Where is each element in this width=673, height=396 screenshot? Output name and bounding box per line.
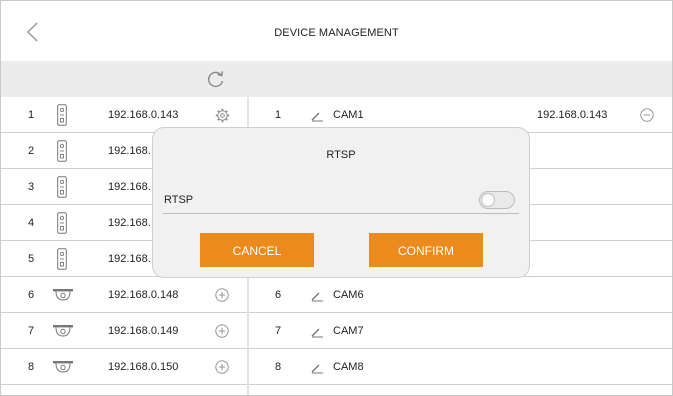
row-index: 6 — [275, 289, 282, 301]
toggle-knob — [481, 193, 495, 207]
row-index: 5 — [28, 253, 35, 265]
rename-button[interactable] — [310, 109, 324, 127]
rtsp-toggle[interactable] — [479, 191, 515, 209]
camera-name: CAM8 — [333, 361, 364, 373]
device-type — [52, 288, 74, 306]
add-circle-icon — [215, 360, 229, 374]
rename-button[interactable] — [310, 325, 324, 343]
add-button[interactable] — [215, 360, 229, 379]
row-index: 6 — [28, 289, 35, 301]
remove-circle-icon — [640, 108, 654, 122]
cancel-button[interactable]: CANCEL — [200, 233, 314, 267]
toolbar — [1, 61, 672, 97]
camera-name: CAM6 — [333, 289, 364, 301]
device-type — [57, 212, 67, 239]
device-ip: 192.168. — [108, 145, 151, 157]
camera-name: CAM1 — [333, 109, 364, 121]
device-ip: 192.168. — [108, 253, 151, 265]
door-station-icon — [57, 176, 67, 198]
add-circle-icon — [215, 288, 229, 302]
settings-button[interactable] — [215, 108, 230, 128]
device-type — [57, 176, 67, 203]
refresh-icon — [208, 71, 224, 88]
dome-camera-icon — [53, 325, 73, 337]
device-type — [52, 360, 74, 378]
device-type — [57, 104, 67, 131]
pencil-icon — [311, 328, 323, 338]
door-station-icon — [57, 140, 67, 162]
row-index: 3 — [28, 181, 35, 193]
device-ip: 192.168.0.150 — [108, 361, 179, 373]
pencil-icon — [311, 292, 323, 302]
pencil-icon — [311, 112, 323, 122]
door-station-icon — [57, 212, 67, 234]
door-station-icon — [57, 248, 67, 270]
add-circle-icon — [215, 324, 229, 338]
row-index: 8 — [275, 361, 282, 373]
add-button[interactable] — [215, 288, 229, 307]
row-index: 4 — [28, 217, 35, 229]
row-index: 8 — [28, 361, 35, 373]
gear-icon — [215, 108, 230, 123]
device-row[interactable]: 7 192.168.0.149 — [1, 313, 247, 349]
device-ip: 192.168. — [108, 181, 151, 193]
camera-row[interactable]: 8 CAM8 — [249, 349, 672, 385]
header-bar: DEVICE MANAGEMENT — [1, 1, 672, 61]
camera-name: CAM7 — [333, 325, 364, 337]
dialog-divider — [163, 213, 519, 214]
add-button[interactable] — [215, 324, 229, 343]
device-ip: 192.168.0.143 — [108, 109, 179, 121]
camera-row[interactable]: 7 CAM7 — [249, 313, 672, 349]
dome-camera-icon — [53, 289, 73, 301]
dialog-title: RTSP — [326, 149, 356, 161]
device-ip: 192.168.0.149 — [108, 325, 179, 337]
rename-button[interactable] — [310, 361, 324, 379]
remove-button[interactable] — [640, 108, 654, 127]
camera-ip: 192.168.0.143 — [537, 109, 608, 121]
row-index: 2 — [28, 145, 35, 157]
row-index: 7 — [28, 325, 35, 337]
rename-button[interactable] — [310, 289, 324, 307]
device-row[interactable]: 8 192.168.0.150 — [1, 349, 247, 385]
refresh-button[interactable] — [206, 69, 226, 89]
device-type — [57, 140, 67, 167]
device-row[interactable]: 6 192.168.0.148 — [1, 277, 247, 313]
row-index: 7 — [275, 325, 282, 337]
dome-camera-icon — [53, 361, 73, 373]
rtsp-dialog: RTSP RTSP CANCEL CONFIRM — [152, 127, 530, 278]
camera-row[interactable]: 6 CAM6 — [249, 277, 672, 313]
device-type — [52, 324, 74, 342]
device-type — [57, 248, 67, 275]
device-ip: 192.168. — [108, 217, 151, 229]
pencil-icon — [311, 364, 323, 374]
row-index: 1 — [28, 109, 35, 121]
door-station-icon — [57, 104, 67, 126]
confirm-button[interactable]: CONFIRM — [369, 233, 483, 267]
device-ip: 192.168.0.148 — [108, 289, 179, 301]
row-index: 1 — [275, 109, 282, 121]
page-title: DEVICE MANAGEMENT — [274, 27, 399, 39]
rtsp-toggle-label: RTSP — [164, 194, 194, 206]
